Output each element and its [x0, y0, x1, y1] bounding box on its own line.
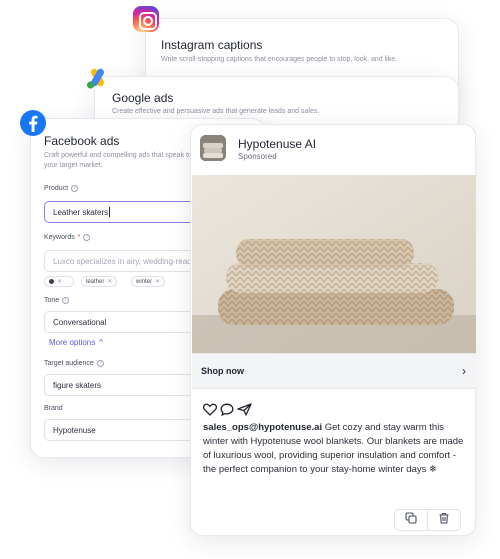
heart-icon[interactable]	[202, 403, 218, 421]
more-options-label: More options	[49, 338, 96, 347]
chip-label: leather	[86, 278, 105, 285]
facebook-icon	[20, 110, 46, 136]
text-cursor	[109, 207, 111, 217]
card-description: Write scroll-stopping captions that enco…	[161, 56, 398, 63]
more-options-toggle[interactable]: More options ^	[49, 338, 103, 347]
comment-icon[interactable]	[220, 403, 234, 421]
sponsored-label: Sponsored	[238, 152, 277, 161]
copy-button[interactable]	[394, 509, 428, 531]
info-icon[interactable]: ?	[83, 234, 91, 241]
close-icon[interactable]: ✕	[107, 278, 112, 285]
keywords-placeholder: Luxco specializes in airy, wedding-ready	[53, 256, 196, 266]
chip-label: winter	[136, 278, 153, 285]
info-icon[interactable]: ?	[96, 360, 104, 367]
brand-label: Brand	[44, 405, 63, 412]
avatar	[200, 135, 226, 161]
delete-button[interactable]	[427, 509, 461, 531]
page-name[interactable]: Hypotenuse AI	[238, 137, 316, 151]
brand-value: Hypotenuse	[53, 425, 96, 435]
target-audience-label: Target audience?	[44, 360, 104, 367]
send-icon[interactable]	[237, 403, 252, 421]
keyword-chip[interactable]: leather ✕	[81, 276, 118, 287]
info-icon[interactable]: ?	[71, 185, 79, 192]
reaction-bar	[202, 403, 252, 421]
product-label: Product?	[44, 185, 79, 192]
chevron-right-icon: ›	[462, 364, 466, 378]
keyword-chip[interactable]: winter ✕	[131, 276, 166, 287]
trash-icon	[438, 511, 450, 529]
info-icon[interactable]: ?	[62, 297, 70, 304]
keyword-chip[interactable]: ✕	[44, 276, 74, 287]
card-title: Instagram captions	[161, 38, 263, 52]
dot-icon	[49, 279, 54, 284]
card-title: Google ads	[112, 91, 174, 105]
keywords-label: Keywords *?	[44, 234, 91, 241]
shop-now-label: Shop now	[201, 366, 244, 376]
instagram-icon	[133, 6, 159, 32]
card-description: Craft powerful and compelling ads that s…	[44, 152, 192, 169]
copy-icon	[405, 511, 417, 529]
google-ads-icon	[84, 65, 110, 91]
card-title: Facebook ads	[44, 134, 120, 148]
tone-label: Tone?	[44, 297, 70, 304]
chevron-up-icon: ^	[99, 338, 104, 347]
target-audience-value: figure skaters	[53, 380, 102, 390]
card-description: Create effective and persuasive ads that…	[112, 108, 320, 115]
shop-now-button[interactable]: Shop now ›	[192, 353, 476, 389]
close-icon[interactable]: ✕	[57, 278, 62, 285]
ad-handle[interactable]: sales_ops@hypotenuse.ai	[203, 422, 322, 433]
ad-preview-card: Hypotenuse AI Sponsored Shop now › sales…	[190, 124, 476, 536]
close-icon[interactable]: ✕	[155, 278, 160, 285]
product-value: Leather skaters	[53, 207, 109, 217]
tone-value: Conversational	[53, 317, 107, 327]
ad-copy: sales_ops@hypotenuse.ai Get cozy and sta…	[203, 421, 465, 477]
ad-image	[192, 175, 476, 353]
